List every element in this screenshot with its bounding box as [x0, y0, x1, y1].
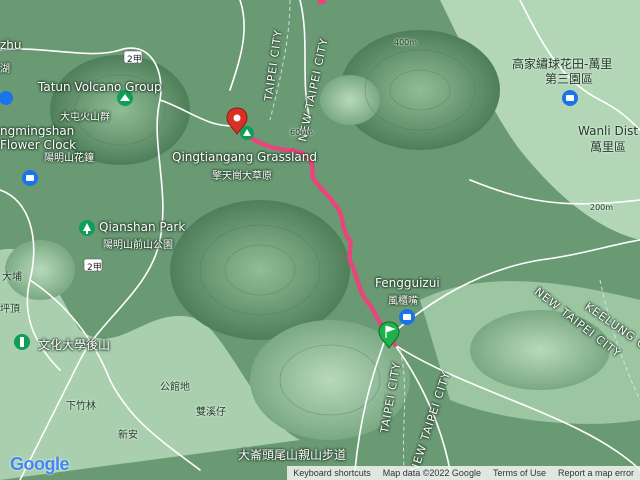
culture-univ-poi-icon[interactable] [14, 334, 30, 350]
terms-link[interactable]: Terms of Use [487, 468, 552, 478]
culture-univ-label: 文化大學後山 [38, 338, 111, 352]
gao-poi-icon[interactable] [562, 90, 578, 106]
trail-label: 大崙頭尾山親山步道 [238, 448, 347, 462]
pinggang-label: 坪頂 [0, 304, 20, 315]
qianshan-zh-label: 陽明山前山公園 [103, 240, 173, 251]
qianshan-label: Qianshan Park [99, 220, 186, 234]
keyboard-shortcuts-link[interactable]: Keyboard shortcuts [287, 468, 377, 478]
tatun-zh-label: 大屯火山群 [60, 112, 110, 123]
road-label-2a-b: 2甲 [87, 263, 102, 273]
flower-clock-poi-icon[interactable] [22, 170, 38, 186]
flower-clock-zh-label: 陽明山花鐘 [44, 153, 94, 164]
qingtiangang-label: Qingtiangang Grassland [172, 150, 318, 164]
top-edge-marker [318, 0, 326, 4]
gongguandi-label: 公館地 [160, 382, 190, 393]
qingtiangang-poi-icon[interactable] [240, 126, 254, 140]
shuangxizai-label: 雙溪仔 [196, 407, 226, 418]
qianshan-poi-icon[interactable] [79, 220, 95, 236]
hill-6 [320, 75, 380, 125]
fengguizui-zh-label: 風櫃嘴 [388, 296, 418, 307]
dapu-label: 大埔 [2, 272, 22, 283]
xinan-label: 新安 [118, 430, 138, 441]
hill-2 [170, 200, 350, 340]
gao-zh-label: 第三園區 [545, 72, 594, 86]
xiazhulin-label: 下竹林 [66, 401, 96, 412]
zhu-label: zhu [0, 38, 22, 52]
map-data-text: Map data ©2022 Google [382, 468, 481, 478]
elevation-label-600: 600m [290, 128, 314, 137]
wanli-label: Wanli Dist [578, 124, 639, 138]
tatun-label: Tatun Volcano Group [38, 80, 162, 94]
google-logo-text: Google [10, 454, 70, 474]
elevation-label-200: 200m [590, 203, 614, 212]
wanli-zh-label: 萬里區 [590, 140, 627, 154]
fengguizui-poi-icon[interactable] [399, 309, 415, 325]
report-error-link[interactable]: Report a map error [552, 468, 640, 478]
google-logo: Google [10, 454, 70, 475]
road-label-2a: 2甲 [127, 55, 142, 65]
fengguizui-label: Fengguizui [375, 276, 440, 290]
hill-7 [470, 310, 610, 390]
zhu-zh-label: 湖 [0, 64, 10, 75]
qingtiangang-zh-label: 擎天崗大草原 [212, 171, 272, 182]
attribution-bar: Keyboard shortcuts Map data ©2022 Google… [287, 466, 640, 480]
flower-clock-label: ngmingshan Flower Clock [0, 124, 77, 152]
elevation-label-400: 400m [394, 38, 418, 47]
